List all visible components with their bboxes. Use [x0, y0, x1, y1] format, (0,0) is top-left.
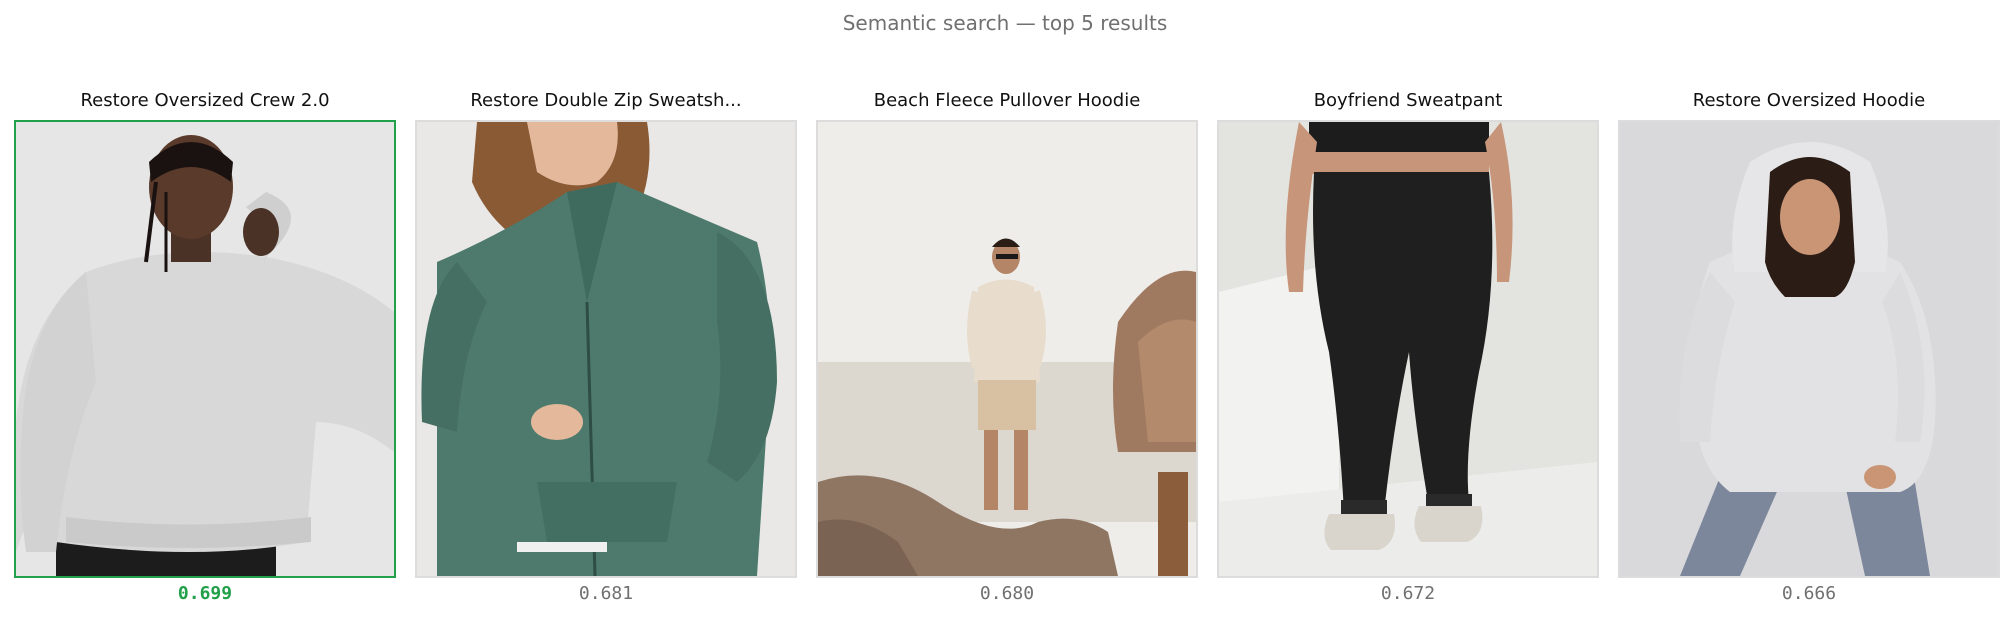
product-image[interactable]	[14, 120, 396, 578]
result-card[interactable]: Restore Oversized Crew 2.0 0.699	[14, 86, 396, 610]
result-title[interactable]: Restore Oversized Hoodie	[1598, 88, 2010, 114]
result-card[interactable]: Boyfriend Sweatpant 0.672	[1217, 86, 1599, 610]
product-image[interactable]	[1618, 120, 2000, 578]
result-title[interactable]: Boyfriend Sweatpant	[1197, 88, 1619, 114]
product-image[interactable]	[415, 120, 797, 578]
similarity-score: 0.680	[979, 583, 1035, 604]
product-image[interactable]	[1217, 120, 1599, 578]
result-title[interactable]: Restore Oversized Crew 2.0	[0, 88, 416, 114]
similarity-score: 0.681	[578, 583, 634, 604]
result-card[interactable]: Restore Double Zip Sweatsh... 0.681	[415, 86, 797, 610]
result-title[interactable]: Beach Fleece Pullover Hoodie	[796, 88, 1218, 114]
result-card[interactable]: Restore Oversized Hoodie 0.666	[1618, 86, 2000, 610]
results-grid: Restore Oversized Crew 2.0 0.699 Restore…	[0, 0, 2010, 619]
product-image[interactable]	[816, 120, 1198, 578]
result-card[interactable]: Beach Fleece Pullover Hoodie 0.680	[816, 86, 1198, 610]
result-title[interactable]: Restore Double Zip Sweatsh...	[395, 88, 817, 114]
similarity-score: 0.666	[1781, 583, 1837, 604]
similarity-score: 0.699	[177, 583, 233, 604]
similarity-score: 0.672	[1380, 583, 1436, 604]
